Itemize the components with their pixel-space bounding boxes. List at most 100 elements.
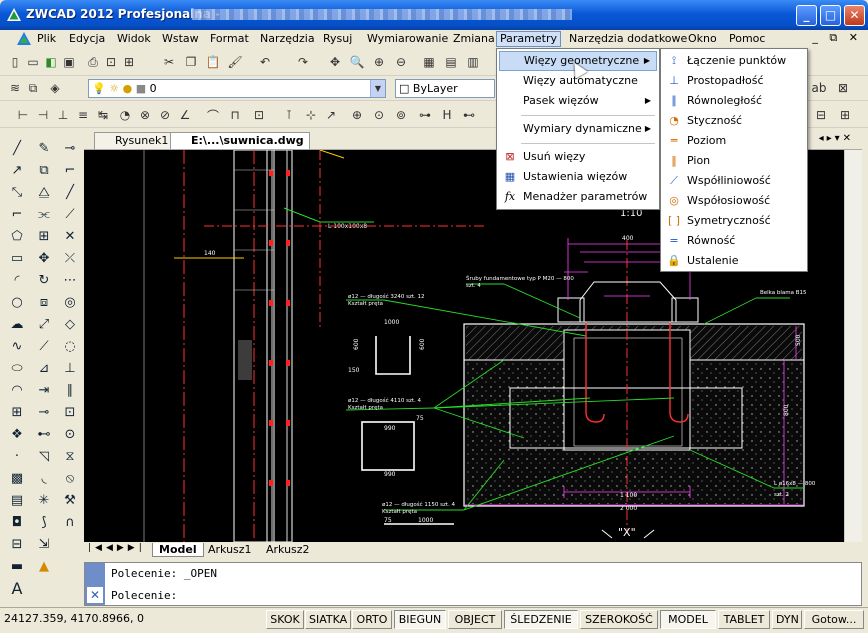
menu-item-pasek-wiezow[interactable]: Pasek więzów ▶	[499, 91, 657, 111]
menu-zmiana[interactable]: Zmiana	[450, 31, 498, 47]
menu-narzedzia[interactable]: Narzędzia	[257, 31, 318, 47]
maximize-button[interactable]: □	[820, 5, 841, 26]
mtext-icon[interactable]: ▬	[7, 556, 27, 576]
menu-item-wymiary-dynamiczne[interactable]: Wymiary dynamiczne ▶	[499, 119, 657, 139]
dim-oblique-icon[interactable]: H	[438, 106, 456, 124]
constraint-concentric[interactable]: ◎ Współosiowość	[663, 191, 805, 211]
dim-continue-icon[interactable]: ↹	[94, 106, 112, 124]
tab-model[interactable]: Model	[152, 543, 204, 557]
toggle-skok[interactable]: SKOK	[266, 610, 304, 629]
toggle-siatka[interactable]: SIATKA	[305, 610, 351, 629]
dim-baseline-icon[interactable]: ≡	[74, 106, 92, 124]
rotate-icon[interactable]: ↻	[34, 270, 54, 290]
snap-none-icon[interactable]: ⦸	[60, 468, 80, 488]
tool-palette-icon[interactable]: ▥	[464, 53, 482, 71]
dim-aligned-icon[interactable]: ⊣	[34, 106, 52, 124]
constraint-horizontal[interactable]: ═ Poziom	[663, 131, 805, 151]
toggle-dyn[interactable]: DYN	[772, 610, 802, 629]
constraint-vertical[interactable]: ‖ Pion	[663, 151, 805, 171]
menu-rysuj[interactable]: Rysuj	[320, 31, 355, 47]
polygon-icon[interactable]: ⬠	[7, 226, 27, 246]
hatch-icon[interactable]: ▩	[7, 468, 27, 488]
menu-wymiarowanie[interactable]: Wymiarowanie	[364, 31, 451, 47]
layout-nav-arrows[interactable]: |◀◀▶▶|	[88, 543, 146, 553]
toggle-object[interactable]: OBJECT	[448, 610, 502, 629]
snap-temp-icon[interactable]: ⊸	[60, 138, 80, 158]
command-window[interactable]: ✕ Polecenie: _OPEN Polecenie:	[84, 562, 862, 606]
toggle-sledzenie[interactable]: ŚLEDZENIE	[504, 610, 578, 629]
array-icon[interactable]: ⊞	[34, 226, 54, 246]
print-icon[interactable]: ⎙	[84, 53, 102, 71]
mirror-icon[interactable]: ⧋	[34, 182, 54, 202]
menu-item-usun-wiezy[interactable]: ⊠ Usuń więzy	[499, 147, 657, 167]
snap-perpendicular-icon[interactable]: ⊥	[60, 358, 80, 378]
dim-ordinate-icon[interactable]: ⊥	[54, 106, 72, 124]
dim-update-icon[interactable]: ⊚	[392, 106, 410, 124]
open-icon[interactable]: ◧	[42, 53, 60, 71]
menu-wstaw[interactable]: Wstaw	[159, 31, 202, 47]
tab-rysunek1[interactable]: Rysunek1	[94, 132, 175, 149]
copy-object-icon[interactable]: ⧉	[34, 160, 54, 180]
snap-endpoint-icon[interactable]: ╱	[60, 182, 80, 202]
save-icon[interactable]: ▣	[60, 53, 78, 71]
snap-center-icon[interactable]: ◎	[60, 292, 80, 312]
trim-icon[interactable]: ⊿	[34, 358, 54, 378]
cut-icon[interactable]: ✂	[160, 53, 178, 71]
constraint-symmetric[interactable]: [ ] Symetryczność	[663, 211, 805, 231]
point-icon[interactable]: ·	[7, 446, 27, 466]
ellipse-icon[interactable]: ⬭	[7, 358, 27, 378]
insert-block-icon[interactable]: ⊞	[7, 402, 27, 422]
color-combo[interactable]: □ ByLayer	[395, 79, 495, 98]
extend-icon[interactable]: ⇥	[34, 380, 54, 400]
circle-icon[interactable]: ○	[7, 292, 27, 312]
snap-nearest-icon[interactable]: ⧖	[60, 446, 80, 466]
design-center-icon[interactable]: ▤	[442, 53, 460, 71]
rectangle-icon[interactable]: ▭	[7, 248, 27, 268]
make-block-icon[interactable]: ❖	[7, 424, 27, 444]
constraint-coincident[interactable]: ⟟ Łączenie punktów	[663, 51, 805, 71]
toggle-tablet[interactable]: TABLET	[718, 610, 770, 629]
zoom-previous-icon[interactable]: ⊖	[392, 53, 410, 71]
dim-radius-icon[interactable]: ◔	[116, 106, 134, 124]
menu-format[interactable]: Format	[207, 31, 252, 47]
scale-icon[interactable]: ⧈	[34, 292, 54, 312]
constraint-collinear[interactable]: ⟋ Współliniowość	[663, 171, 805, 191]
erase-icon[interactable]: ✎	[34, 138, 54, 158]
constraint-fix[interactable]: 🔒 Ustalenie	[663, 251, 805, 271]
menu-item-ustawienia-wiezow[interactable]: ▦ Ustawienia więzów	[499, 167, 657, 187]
polyline-icon[interactable]: ⌐	[7, 204, 27, 224]
redo-icon[interactable]: ↷	[294, 53, 312, 71]
layer-combo[interactable]: 💡 ☼ ● ■ 0 ▼	[88, 79, 386, 98]
revcloud-icon[interactable]: ☁	[7, 314, 27, 334]
layer-state-icon[interactable]: ⧉	[24, 79, 42, 97]
menu-okno[interactable]: Okno	[685, 31, 720, 47]
paste-icon[interactable]: 📋	[204, 53, 222, 71]
snap-extension-icon[interactable]: ⋯	[60, 270, 80, 290]
dim-override-icon[interactable]: ⊷	[460, 106, 478, 124]
lengthen-icon[interactable]: ⟋	[34, 336, 54, 356]
region-icon[interactable]: ◘	[7, 512, 27, 532]
layer-previous-icon[interactable]: ◈	[46, 79, 64, 97]
xline-icon[interactable]: ⤡	[7, 182, 27, 202]
menu-plik[interactable]: Plik	[34, 31, 59, 47]
dim-edit-icon[interactable]: ⊙	[370, 106, 388, 124]
spline-icon[interactable]: ∿	[7, 336, 27, 356]
dim-break-icon[interactable]: ⊓	[226, 106, 244, 124]
document-icon[interactable]	[16, 31, 32, 47]
constraint-parallel[interactable]: ∥ Równoległość	[663, 91, 805, 111]
snap-magnet-icon[interactable]: ∩	[60, 512, 80, 532]
ellipse-arc-icon[interactable]: ◠	[7, 380, 27, 400]
dim-linear-icon[interactable]: ⊢	[14, 106, 32, 124]
snap-from-icon[interactable]: ⌐	[60, 160, 80, 180]
menu-widok[interactable]: Widok	[114, 31, 154, 47]
snap-node-icon[interactable]: ⊙	[60, 424, 80, 444]
menu-parametry[interactable]: Parametry	[496, 31, 561, 47]
menu-narzedzia-dodatkowe[interactable]: Narzędzia dodatkowe	[566, 31, 690, 47]
properties-icon[interactable]: ▦	[420, 53, 438, 71]
snap-insert-icon[interactable]: ⊡	[60, 402, 80, 422]
join-icon[interactable]: ⊷	[34, 424, 54, 444]
tab-nav-arrows[interactable]: ◂▸▾✕	[819, 133, 854, 144]
minimize-button[interactable]: _	[796, 5, 817, 26]
zoom-window-icon[interactable]: ⊕	[370, 53, 388, 71]
command-prompt[interactable]: Polecenie:	[111, 589, 177, 603]
